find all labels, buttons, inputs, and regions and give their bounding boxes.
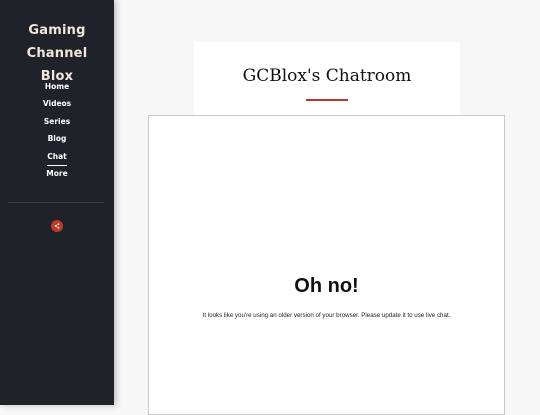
chat-embed[interactable]: Oh no! It looks like you're using an old… bbox=[148, 115, 505, 415]
nav-item-label: Series bbox=[43, 116, 71, 126]
nav-item-chat[interactable]: Chat bbox=[0, 148, 114, 166]
page-title: GCBlox's Chatroom bbox=[242, 66, 412, 86]
nav-item-videos[interactable]: Videos bbox=[0, 95, 114, 112]
chat-error-heading: Oh no! bbox=[294, 275, 359, 297]
main-nav: Home Videos Series Blog Chat More bbox=[0, 78, 114, 182]
nav-item-label: Home bbox=[44, 82, 70, 91]
nav-item-label: More bbox=[46, 168, 68, 178]
nav-item-label: Videos bbox=[42, 99, 72, 109]
page-header: GCBlox's Chatroom bbox=[194, 42, 460, 115]
share-icon bbox=[54, 223, 60, 229]
nav-item-more[interactable]: More bbox=[0, 165, 114, 182]
nav-item-label: Blog bbox=[47, 134, 67, 144]
nav-item-blog[interactable]: Blog bbox=[0, 130, 114, 147]
share-button[interactable] bbox=[51, 220, 63, 232]
nav-item-series[interactable]: Series bbox=[0, 113, 114, 130]
nav-item-home[interactable]: Home bbox=[0, 78, 114, 95]
chat-error-message: It looks like you're using an older vers… bbox=[202, 312, 451, 319]
sidebar: Gaming Channel Blox Home Videos Series B… bbox=[0, 0, 114, 405]
title-underline bbox=[306, 99, 348, 101]
sidebar-divider bbox=[8, 202, 104, 203]
site-title-line1: Gaming Channel bbox=[26, 23, 88, 61]
nav-item-label: Chat bbox=[47, 150, 67, 166]
